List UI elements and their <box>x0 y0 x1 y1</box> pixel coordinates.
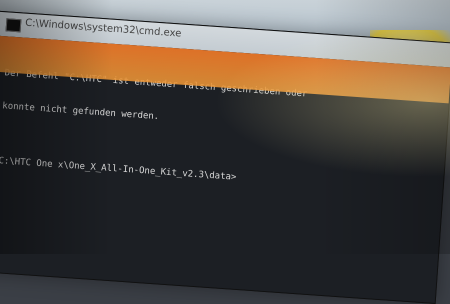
console-line: konnte nicht gefunden werden. <box>1 101 160 123</box>
console-output[interactable]: Der Befehl "C:\HTC" ist entweder falsch … <box>0 35 450 303</box>
console-prompt[interactable]: C:\HTC One x\One_X_All-In-One_Kit_v2.3\d… <box>0 156 443 198</box>
cmd-icon <box>5 18 22 33</box>
window-title: C:\Windows\system32\cmd.exe <box>24 17 182 40</box>
cmd-window[interactable]: C:\Windows\system32\cmd.exe Der Befehl "… <box>0 10 450 304</box>
console-line: Der Befehl "C:\HTC" ist entweder falsch … <box>4 68 308 100</box>
